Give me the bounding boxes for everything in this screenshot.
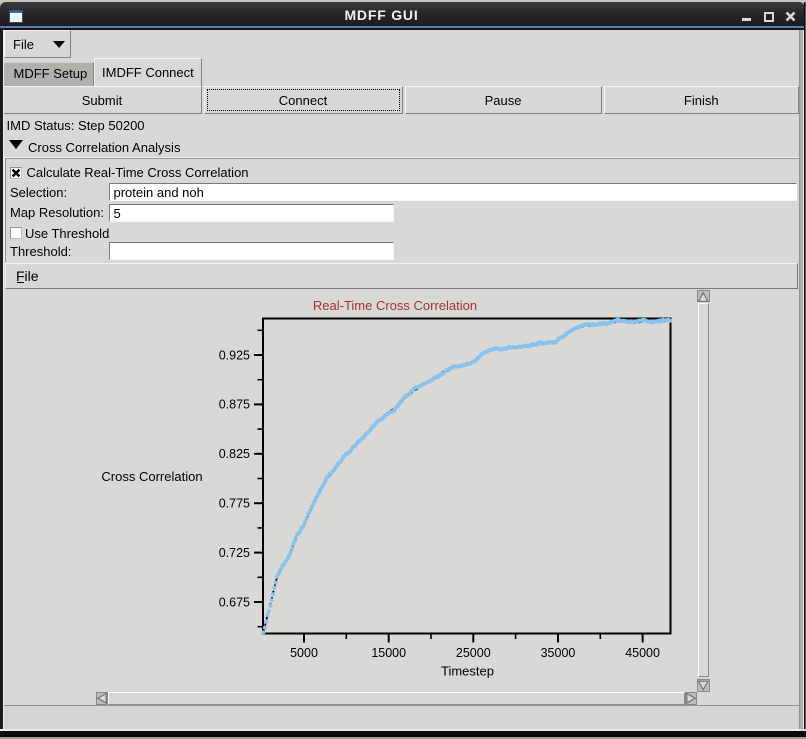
svg-text:0.925: 0.925 (219, 348, 250, 362)
svg-text:25000: 25000 (456, 646, 491, 660)
svg-text:0.825: 0.825 (219, 447, 250, 461)
svg-text:15000: 15000 (371, 646, 406, 660)
svg-text:5000: 5000 (290, 646, 318, 660)
svg-text:Timestep: Timestep (441, 664, 494, 679)
svg-text:35000: 35000 (541, 646, 576, 660)
svg-text:0.875: 0.875 (219, 398, 250, 412)
svg-text:45000: 45000 (625, 646, 660, 660)
svg-text:0.775: 0.775 (219, 497, 250, 511)
svg-text:0.675: 0.675 (219, 595, 250, 609)
svg-text:0.725: 0.725 (219, 546, 250, 560)
svg-text:Real-Time Cross Correlation: Real-Time Cross Correlation (313, 298, 477, 313)
svg-text:Cross Correlation: Cross Correlation (101, 469, 202, 484)
